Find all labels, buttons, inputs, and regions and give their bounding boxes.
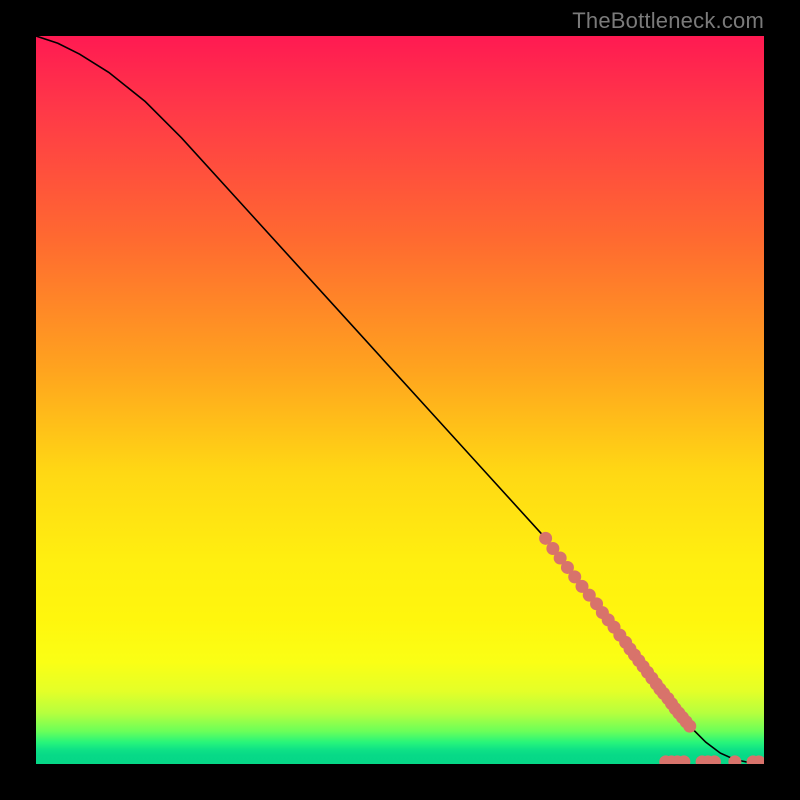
bottleneck-curve: [36, 36, 764, 763]
plot-overlay: [36, 36, 764, 764]
data-marker: [683, 720, 696, 733]
marker-cluster: [539, 532, 764, 764]
data-marker: [728, 755, 741, 764]
attribution-text: TheBottleneck.com: [572, 8, 764, 34]
